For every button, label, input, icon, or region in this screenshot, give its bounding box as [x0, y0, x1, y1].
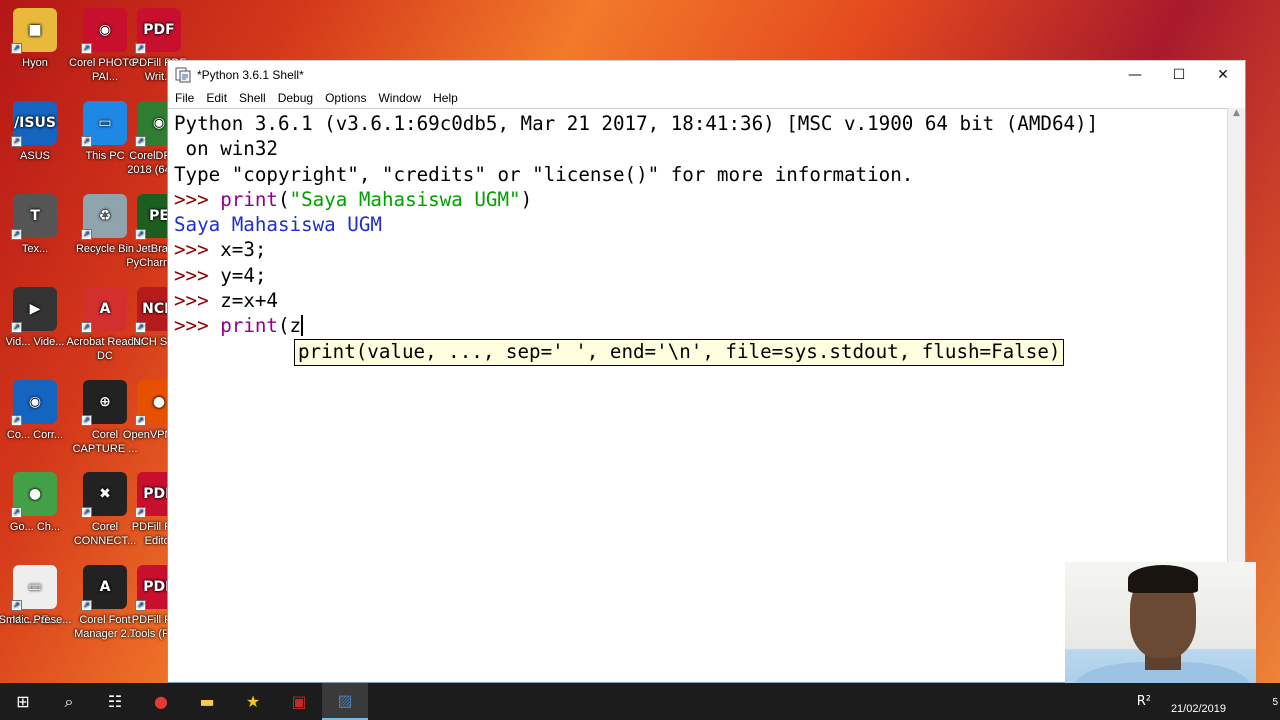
prompt: >>> [174, 314, 221, 338]
clock-date[interactable]: 21/02/2019 [1171, 703, 1226, 715]
menu-file[interactable]: File [175, 91, 194, 105]
shortcut-arrow-icon: ↗ [81, 322, 92, 333]
code: (z [277, 314, 302, 338]
close-button[interactable]: ✕ [1201, 61, 1245, 88]
prompt: >>> [174, 289, 221, 313]
input-line-2: >>> x=3; [174, 237, 1227, 262]
taskbar-video-editor-icon[interactable]: ★ [230, 683, 276, 720]
shortcut-arrow-icon: ↗ [135, 43, 146, 54]
paren: ( [277, 187, 290, 211]
task-view-icon[interactable]: ☷ [92, 683, 138, 720]
shortcut-arrow-icon: ↗ [135, 415, 146, 426]
app-icon: /ISUS ↗ [11, 101, 57, 147]
taskbar: ⊞ ⌕ ☷ ● ▬ ★ ▣ ▨ R² 21/02/2019 5 [0, 683, 1280, 720]
shortcut-arrow-icon: ↗ [135, 507, 146, 518]
menu-edit[interactable]: Edit [206, 91, 227, 105]
desktop-icon-label: Tex... [21, 243, 49, 255]
banner-line-3: Type "copyright", "credits" or "license(… [174, 162, 914, 186]
app-icon: T ↗ [11, 194, 57, 240]
start-button[interactable]: ⊞ [0, 683, 46, 720]
calltip-tooltip: print(value, ..., sep=' ', end='\n', fil… [294, 339, 1065, 366]
title-bar[interactable]: *Python 3.6.1 Shell* — ☐ ✕ [168, 61, 1245, 88]
output-line-1: Saya Mahasiswa UGM [174, 213, 382, 237]
python-icon [175, 67, 191, 82]
shortcut-arrow-icon: ↗ [135, 136, 146, 147]
input-line-5: >>> print(z [174, 313, 1227, 338]
desktop-icon[interactable]: T ↗ Tex... [0, 194, 74, 256]
shortcut-arrow-icon: ↗ [11, 507, 22, 518]
shortcut-arrow-icon: ↗ [11, 322, 22, 333]
app-icon: PDF ↗ [135, 8, 181, 54]
maximize-button[interactable]: ☐ [1157, 61, 1201, 88]
menu-options[interactable]: Options [325, 91, 366, 105]
banner-line-1: Python 3.6.1 (v3.6.1:69c0db5, Mar 21 201… [174, 112, 1099, 135]
code: y=4; [220, 263, 267, 287]
menu-help[interactable]: Help [433, 91, 458, 105]
desktop-icon[interactable]: ◉ ↗ Co... Corr... [0, 380, 74, 442]
shortcut-arrow-icon: ↗ [81, 43, 92, 54]
people-icon[interactable]: R² [1137, 694, 1151, 709]
prompt: >>> [174, 263, 221, 287]
input-line-3: >>> y=4; [174, 263, 1227, 288]
shortcut-arrow-icon: ↗ [135, 322, 146, 333]
shortcut-arrow-icon: ↗ [11, 43, 22, 54]
menu-window[interactable]: Window [378, 91, 421, 105]
input-line-4: >>> z=x+4 [174, 288, 1227, 313]
prompt: >>> [174, 187, 221, 211]
app-icon: ■ ↗ [11, 8, 57, 54]
app-icon: ▶ ↗ [11, 287, 57, 333]
shortcut-arrow-icon: ↗ [11, 229, 22, 240]
shortcut-arrow-icon: ↗ [81, 415, 92, 426]
shortcut-arrow-icon: ↗ [11, 415, 22, 426]
text-cursor [301, 315, 304, 337]
app-icon: ◉ ↗ [11, 380, 57, 426]
menu-debug[interactable]: Debug [278, 91, 313, 105]
taskbar-screen-recorder-icon[interactable]: ▣ [276, 683, 322, 720]
menu-bar: File Edit Shell Debug Options Window Hel… [168, 88, 1245, 108]
code: z=x+4 [220, 289, 278, 313]
paren: ) [520, 187, 533, 211]
shortcut-arrow-icon: ↗ [11, 600, 22, 611]
desktop-icon[interactable]: ● ↗ Go... Ch... [0, 472, 74, 534]
shortcut-arrow-icon: ↗ [135, 229, 146, 240]
input-line-1: >>> print("Saya Mahasiswa UGM") [174, 187, 1227, 212]
menu-shell[interactable]: Shell [239, 91, 266, 105]
desktop-icon-label: ASUS [20, 150, 50, 162]
app-icon: ▭ ↗ [11, 565, 57, 611]
shortcut-arrow-icon: ↗ [135, 600, 146, 611]
taskbar-python-idle-icon[interactable]: ▨ [322, 683, 368, 720]
builtin-keyword: print [220, 314, 278, 338]
taskbar-apps: ● ▬ ★ ▣ ▨ [138, 683, 368, 720]
notification-count[interactable]: 5 [1272, 697, 1278, 708]
shortcut-arrow-icon: ↗ [11, 136, 22, 147]
taskbar-file-explorer-icon[interactable]: ▬ [184, 683, 230, 720]
desktop-icon-label: Co... Corr... [6, 429, 64, 441]
desktop-icon-label: Sma... Prese... [0, 614, 72, 626]
shortcut-arrow-icon: ↗ [81, 136, 92, 147]
window-title: *Python 3.6.1 Shell* [197, 67, 304, 82]
desktop-icon[interactable]: ■ ↗ Hyon [0, 8, 74, 70]
shortcut-arrow-icon: ↗ [81, 229, 92, 240]
desktop-icon-label: Vid... Vide... [5, 336, 65, 348]
desktop-icon-label: Hyon [22, 57, 48, 69]
desktop-icon[interactable]: ▶ ↗ Vid... Vide... [0, 287, 74, 349]
banner-line-2: on win32 [174, 137, 278, 161]
shortcut-arrow-icon: ↗ [81, 507, 92, 518]
prompt: >>> [174, 238, 221, 262]
desktop-icon-label: Go... Ch... [9, 521, 61, 533]
code: x=3; [220, 238, 267, 262]
app-icon: ● ↗ [11, 472, 57, 518]
minimize-button[interactable]: — [1113, 61, 1157, 88]
scroll-up-icon[interactable]: ▲ [1228, 108, 1245, 122]
desktop-icon[interactable]: /ISUS ↗ ASUS [0, 101, 74, 163]
desktop-icon[interactable]: ▭ ↗ Sma... Prese... [0, 565, 74, 627]
string-literal: "Saya Mahasiswa UGM" [289, 187, 521, 211]
shortcut-arrow-icon: ↗ [81, 600, 92, 611]
system-tray: R² 21/02/2019 5 [1137, 683, 1280, 720]
person-hair [1128, 565, 1198, 593]
search-icon[interactable]: ⌕ [46, 683, 92, 720]
taskbar-chrome-icon[interactable]: ● [138, 683, 184, 720]
builtin-keyword: print [220, 187, 278, 211]
